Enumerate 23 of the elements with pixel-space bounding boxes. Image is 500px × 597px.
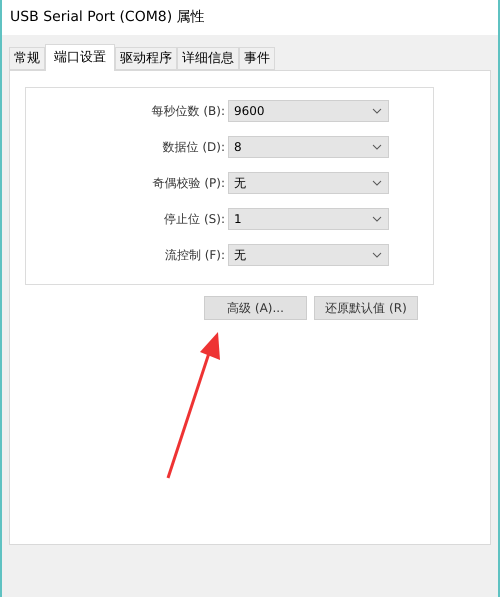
dropdown[interactable]: 无 bbox=[228, 244, 389, 266]
tab[interactable]: 端口设置 bbox=[45, 44, 115, 71]
tab[interactable]: 常规 bbox=[9, 47, 45, 70]
field-label: 每秒位数 (B): bbox=[150, 103, 226, 120]
field-label: 流控制 (F): bbox=[164, 247, 226, 264]
dropdown[interactable]: 8 bbox=[228, 136, 389, 158]
window-title: USB Serial Port (COM8) 属性 bbox=[10, 8, 205, 27]
restore-defaults-button[interactable]: 还原默认值 (R) bbox=[314, 296, 418, 320]
chevron-down-icon bbox=[372, 252, 382, 258]
field-label: 停止位 (S): bbox=[163, 211, 226, 228]
advanced-button[interactable]: 高级 (A)... bbox=[204, 296, 307, 320]
field-label: 数据位 (D): bbox=[162, 139, 226, 156]
dropdown[interactable]: 9600 bbox=[228, 100, 389, 122]
chevron-down-icon bbox=[372, 216, 382, 222]
chevron-down-icon bbox=[372, 108, 382, 114]
chevron-down-icon bbox=[372, 180, 382, 186]
tab[interactable]: 事件 bbox=[239, 47, 275, 70]
field-label: 奇偶校验 (P): bbox=[152, 175, 226, 192]
chevron-down-icon bbox=[372, 144, 382, 150]
dropdown[interactable]: 无 bbox=[228, 172, 389, 194]
tab[interactable]: 详细信息 bbox=[177, 47, 239, 70]
dropdown[interactable]: 1 bbox=[228, 208, 389, 230]
tab[interactable]: 驱动程序 bbox=[115, 47, 177, 70]
